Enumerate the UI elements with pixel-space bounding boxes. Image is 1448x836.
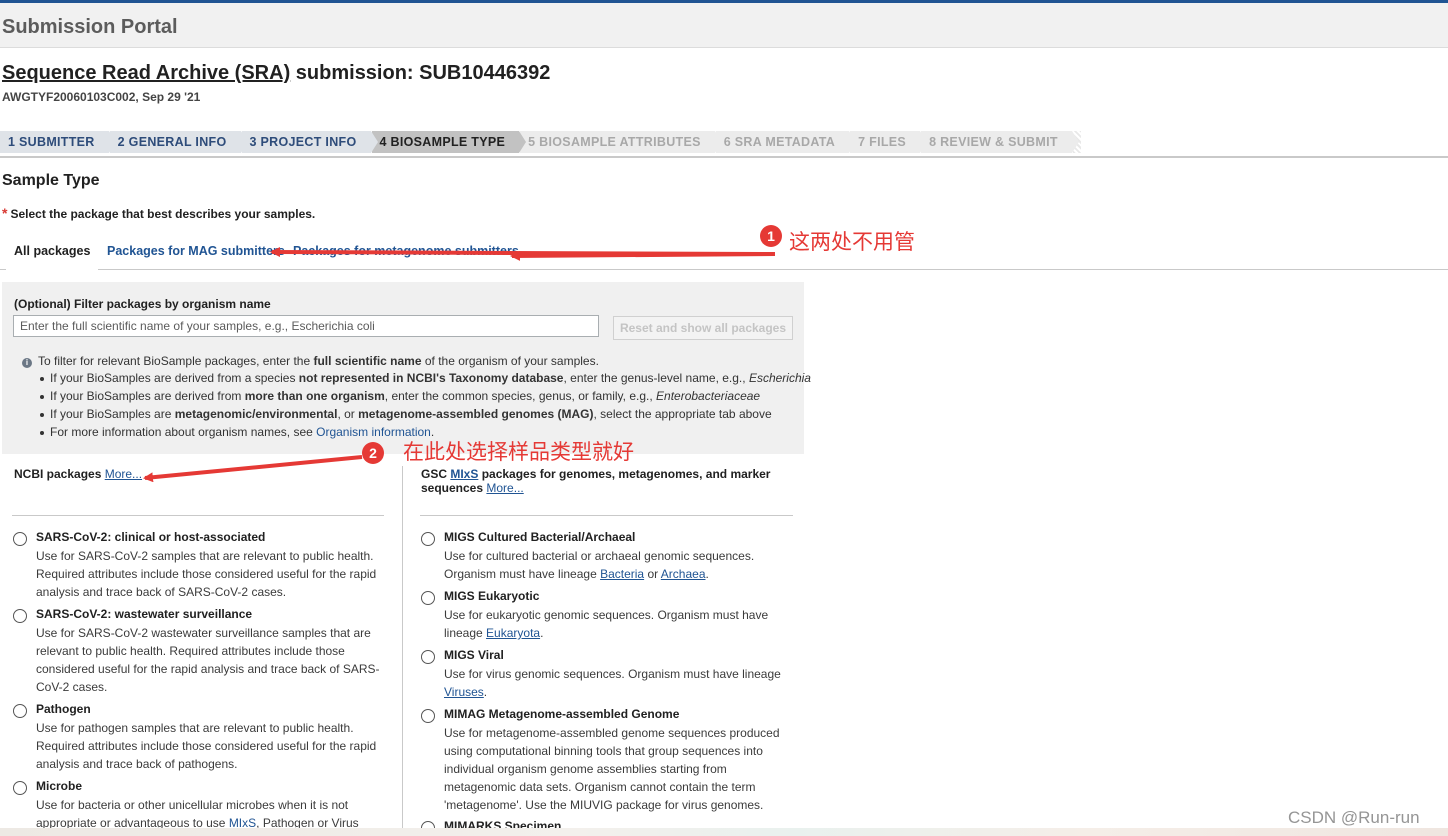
radio-sars-wastewater[interactable] bbox=[13, 609, 27, 623]
filter-info: i To filter for relevant BioSample packag… bbox=[22, 354, 599, 368]
package-title: MIGS Eukaryotic bbox=[444, 589, 540, 603]
info-bold: full scientific name bbox=[313, 354, 422, 368]
submission-title: Sequence Read Archive (SRA) submission: … bbox=[2, 62, 550, 85]
step-general-info[interactable]: 2 GENERAL INFO bbox=[109, 131, 248, 153]
radio-sars-clinical[interactable] bbox=[13, 532, 27, 546]
submission-id: submission: SUB10446392 bbox=[290, 62, 551, 84]
info-icon: i bbox=[22, 358, 32, 368]
filter-label: (Optional) Filter packages by organism n… bbox=[14, 297, 271, 311]
gsc-rule bbox=[420, 515, 793, 516]
tip-not-in-taxonomy: If your BioSamples are derived from a sp… bbox=[38, 369, 811, 387]
package-desc: Use for SARS-CoV-2 wastewater surveillan… bbox=[36, 626, 380, 694]
required-instruction: * Select the package that best describes … bbox=[2, 205, 315, 221]
tab-metagenome-packages[interactable]: Packages for metagenome submitters bbox=[293, 244, 519, 258]
gsc-more-link[interactable]: More... bbox=[486, 481, 523, 495]
step-sra-metadata: 6 SRA METADATA bbox=[715, 131, 857, 153]
bacteria-link[interactable]: Bacteria bbox=[600, 567, 644, 581]
annotation-badge-2: 2 bbox=[362, 442, 384, 464]
step-submitter[interactable]: 1 SUBMITTER bbox=[0, 131, 116, 153]
annotation-text-1: 这两处不用管 bbox=[789, 231, 915, 254]
package-desc: Use for bacteria or other unicellular mi… bbox=[36, 798, 359, 830]
ncbi-rule bbox=[12, 515, 384, 516]
step-project-info[interactable]: 3 PROJECT INFO bbox=[241, 131, 378, 153]
portal-header: Submission Portal bbox=[0, 3, 1448, 48]
package-title: Pathogen bbox=[36, 702, 91, 716]
tip-metagenomic: If your BioSamples are metagenomic/envir… bbox=[38, 405, 811, 423]
eukaryota-link[interactable]: Eukaryota bbox=[486, 626, 540, 640]
reset-button[interactable]: Reset and show all packages bbox=[613, 316, 793, 340]
filter-tips: If your BioSamples are derived from a sp… bbox=[38, 369, 811, 441]
radio-pathogen[interactable] bbox=[13, 704, 27, 718]
radio-mimag[interactable] bbox=[421, 709, 435, 723]
watermark: CSDN @Run-run bbox=[1288, 808, 1420, 827]
package-title: MIGS Viral bbox=[444, 648, 504, 662]
instruction-text: Select the package that best describes y… bbox=[10, 207, 316, 221]
package-title: SARS-CoV-2: clinical or host-associated bbox=[36, 530, 266, 544]
wizard-steps: 1 SUBMITTER 2 GENERAL INFO 3 PROJECT INF… bbox=[0, 131, 1081, 153]
annotation-text-2: 在此处选择样品类型就好 bbox=[403, 441, 634, 464]
submission-meta: AWGTYF20060103C002, Sep 29 '21 bbox=[2, 90, 201, 104]
column-divider bbox=[402, 466, 403, 836]
annotation-badge-1: 1 bbox=[760, 225, 782, 247]
package-title: MIGS Cultured Bacterial/Archaeal bbox=[444, 530, 636, 544]
arrow-to-ncbi-packages bbox=[143, 455, 363, 483]
ncbi-more-link[interactable]: More... bbox=[105, 467, 142, 481]
package-title: SARS-CoV-2: wastewater surveillance bbox=[36, 607, 253, 621]
package-desc: Use for virus genomic sequences. Organis… bbox=[444, 667, 781, 699]
organism-filter-input[interactable] bbox=[13, 315, 599, 337]
package-desc: Use for SARS-CoV-2 samples that are rele… bbox=[36, 549, 377, 599]
step-biosample-attributes: 5 BIOSAMPLE ATTRIBUTES bbox=[520, 131, 722, 153]
radio-microbe[interactable] bbox=[13, 781, 27, 795]
bottom-strip bbox=[0, 828, 1448, 836]
radio-migs-bacterial[interactable] bbox=[421, 532, 435, 546]
package-title: MIMAG Metagenome-assembled Genome bbox=[444, 707, 680, 721]
steps-divider bbox=[0, 156, 1448, 158]
tip-multiple-organisms: If your BioSamples are derived from more… bbox=[38, 387, 811, 405]
required-star: * bbox=[2, 205, 8, 221]
sra-link[interactable]: Sequence Read Archive (SRA) bbox=[2, 62, 290, 84]
portal-title[interactable]: Submission Portal bbox=[2, 16, 178, 39]
info-text: To filter for relevant BioSample package… bbox=[38, 354, 314, 368]
package-desc: Use for eukaryotic genomic sequences. Or… bbox=[444, 608, 769, 640]
gsc-mixs-link[interactable]: MIxS bbox=[450, 467, 478, 481]
section-title: Sample Type bbox=[2, 172, 100, 189]
package-desc: Use for pathogen samples that are releva… bbox=[36, 721, 377, 771]
radio-migs-eukaryotic[interactable] bbox=[421, 591, 435, 605]
step-files: 7 FILES bbox=[850, 131, 928, 153]
filter-panel: (Optional) Filter packages by organism n… bbox=[2, 282, 811, 454]
tab-all-packages[interactable]: All packages bbox=[5, 244, 99, 272]
viruses-link[interactable]: Viruses bbox=[444, 685, 484, 699]
ncbi-packages-title: NCBI packages More... bbox=[14, 467, 143, 481]
step-biosample-type[interactable]: 4 BIOSAMPLE TYPE bbox=[371, 131, 526, 153]
radio-migs-viral[interactable] bbox=[421, 650, 435, 664]
archaea-link[interactable]: Archaea bbox=[661, 567, 706, 581]
tab-mag-packages[interactable]: Packages for MAG submitters bbox=[107, 244, 285, 258]
info-text-end: of the organism of your samples. bbox=[421, 354, 599, 368]
gsc-packages-title: GSC MIxS packages for genomes, metagenom… bbox=[421, 467, 771, 495]
step-review-submit: 8 REVIEW & SUBMIT bbox=[921, 131, 1079, 153]
package-tabs: All packages Packages for MAG submitters… bbox=[0, 236, 1448, 272]
package-desc: Use for metagenome-assembled genome sequ… bbox=[444, 726, 780, 812]
package-desc: Use for cultured bacterial or archaeal g… bbox=[444, 549, 755, 581]
package-title: Microbe bbox=[36, 779, 83, 793]
